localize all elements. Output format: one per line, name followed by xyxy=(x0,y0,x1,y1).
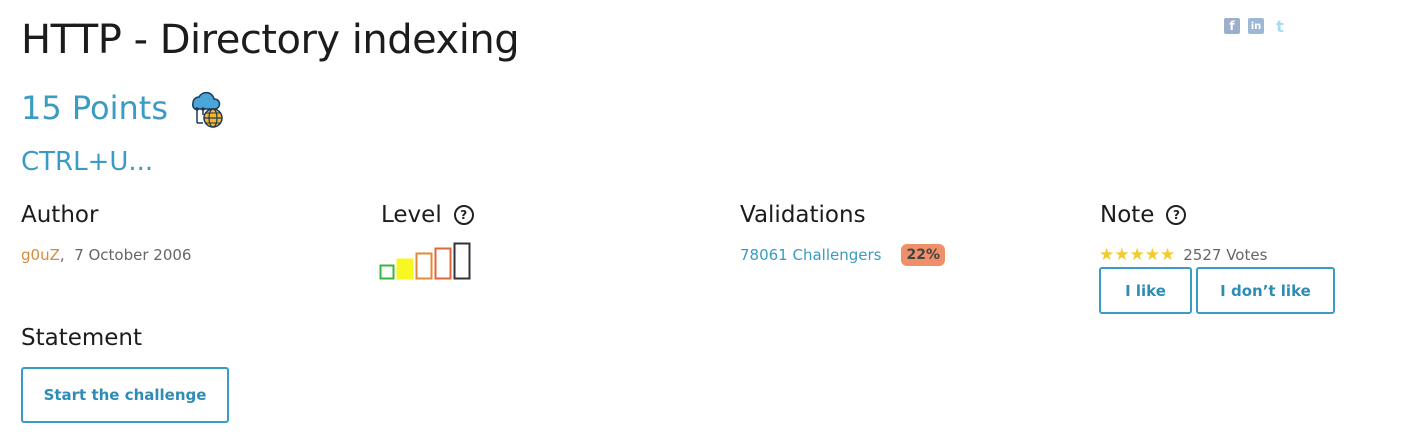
note-help-icon[interactable]: ? xyxy=(1166,205,1187,225)
author-date: 7 October 2006 xyxy=(74,246,192,264)
author-link[interactable]: g0uZ xyxy=(21,246,60,264)
page-title: HTTP - Directory indexing xyxy=(21,17,520,63)
twitter-glyph: t xyxy=(1276,16,1284,36)
challengers-link[interactable]: 78061 Challengers xyxy=(740,246,881,264)
level-heading: Level ? xyxy=(381,200,474,230)
level-bar-5 xyxy=(453,242,471,280)
linkedin-icon[interactable]: in xyxy=(1248,18,1264,34)
points-value: 15 Points xyxy=(21,89,169,127)
twitter-icon[interactable]: t xyxy=(1272,16,1288,36)
level-bar-1 xyxy=(379,264,395,280)
star-icon: ★ xyxy=(1144,245,1160,265)
validations-row: 78061 Challengers 22% xyxy=(740,244,945,266)
like-button[interactable]: I like xyxy=(1099,267,1192,314)
level-help-icon[interactable]: ? xyxy=(453,205,474,225)
level-bar-3 xyxy=(415,252,433,280)
rating-stars: ★ ★ ★ ★ ★ 2527 Votes xyxy=(1099,246,1267,264)
statement-heading: Statement xyxy=(21,323,142,353)
validations-heading: Validations xyxy=(740,200,866,230)
star-icon: ★ xyxy=(1160,245,1176,265)
start-challenge-button[interactable]: Start the challenge xyxy=(21,367,229,423)
cloud-network-globe-icon xyxy=(191,91,223,128)
linkedin-glyph: in xyxy=(1250,20,1262,32)
validation-percent-badge: 22% xyxy=(901,244,945,266)
facebook-icon[interactable]: f xyxy=(1224,18,1240,34)
author-heading: Author xyxy=(21,200,98,230)
author-heading-label: Author xyxy=(21,202,99,228)
facebook-glyph: f xyxy=(1229,19,1235,33)
author-separator: , xyxy=(59,246,65,264)
challenge-subtitle: CTRL+U... xyxy=(21,147,154,177)
level-bars xyxy=(379,242,471,280)
validations-heading-label: Validations xyxy=(740,202,866,228)
level-heading-label: Level xyxy=(381,202,442,228)
level-bar-4 xyxy=(434,247,452,280)
dislike-button[interactable]: I don’t like xyxy=(1196,267,1335,314)
statement-heading-label: Statement xyxy=(21,325,143,351)
note-heading-label: Note xyxy=(1100,202,1155,228)
votes-count: 2527 Votes xyxy=(1183,246,1268,264)
star-icon: ★ xyxy=(1099,245,1115,265)
note-heading: Note ? xyxy=(1100,200,1187,230)
points-row: 15 Points xyxy=(21,84,227,132)
level-bar-2 xyxy=(396,258,414,280)
star-icon: ★ xyxy=(1114,245,1130,265)
author-meta: g0uZ, 7 October 2006 xyxy=(21,246,191,264)
star-icon: ★ xyxy=(1129,245,1145,265)
